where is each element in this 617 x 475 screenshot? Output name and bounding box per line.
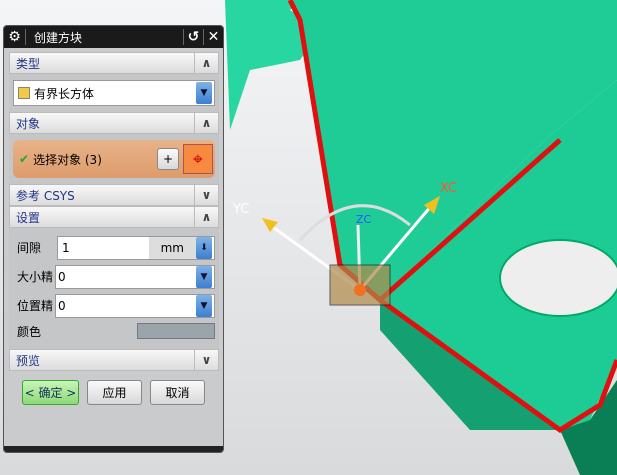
section-label: 设置 (16, 210, 41, 225)
section-label: 参考 CSYS (16, 188, 75, 203)
chevron-down-icon[interactable]: ▼ (196, 82, 212, 104)
section-label: 类型 (16, 56, 41, 71)
cancel-button[interactable]: 取消 (150, 380, 205, 405)
section-csys[interactable]: 参考 CSYS ∨ (9, 184, 219, 206)
chevron-down-icon[interactable]: ▼ (196, 265, 212, 288)
apply-button[interactable]: 应用 (87, 380, 142, 405)
gear-icon[interactable]: ⚙ (4, 29, 26, 45)
dialog-titlebar: ⚙ 创建方块 ↺ ✕ (4, 26, 223, 48)
hole (499, 239, 617, 317)
size-value: 0 (58, 269, 66, 284)
chevron-up-icon[interactable]: ∧ (194, 113, 218, 133)
type-value: 有界长方体 (34, 86, 95, 101)
section-label: 预览 (16, 353, 41, 368)
crosshair-icon[interactable]: ⌖ (183, 144, 213, 174)
chevron-down-icon[interactable]: ∨ (194, 185, 218, 205)
gap-label: 间隙 (17, 241, 42, 255)
check-icon: ✔ (19, 152, 30, 166)
reset-icon[interactable]: ↺ (183, 29, 203, 45)
chevron-down-icon[interactable]: ∨ (194, 350, 218, 370)
section-label: 对象 (16, 116, 41, 131)
xc-label: XC (440, 181, 457, 196)
dialog-title: 创建方块 (34, 30, 83, 45)
size-input[interactable]: 0 ▼ (55, 264, 215, 289)
ok-button[interactable]: < 确定 > (22, 380, 79, 405)
chevron-up-icon[interactable]: ∧ (194, 53, 218, 73)
section-type[interactable]: 类型 ∧ (9, 52, 219, 74)
chevron-down-icon[interactable]: ▼ (196, 294, 212, 317)
select-object[interactable]: ✔ 选择对象 (3) + ⌖ (13, 140, 215, 178)
chevron-up-icon[interactable]: ∧ (194, 207, 218, 227)
block-icon (18, 87, 30, 99)
unit-label: mm (148, 236, 196, 259)
gap-input[interactable]: 1 mm ⬇ (57, 235, 215, 260)
pos-input[interactable]: 0 ▼ (55, 293, 215, 318)
arrow-down-icon[interactable]: ⬇ (196, 236, 212, 259)
create-block-dialog: ⚙ 创建方块 ↺ ✕ 类型 ∧ 有界长方体 ▼ 对象 ∧ ✔ 选择对象 (3) + ⌖ 参考… (3, 25, 224, 453)
add-set-button[interactable]: + (157, 148, 179, 170)
yc-label: YC (232, 202, 249, 217)
close-icon[interactable]: ✕ (203, 29, 223, 45)
pos-label: 位置精 (17, 299, 54, 313)
gap-value: 1 (62, 240, 70, 255)
section-preview[interactable]: 预览 ∨ (9, 349, 219, 371)
section-object[interactable]: 对象 ∧ (9, 112, 219, 134)
section-settings[interactable]: 设置 ∧ (9, 206, 219, 228)
type-select[interactable]: 有界长方体 ▼ (13, 80, 215, 106)
color-swatch[interactable] (137, 323, 215, 339)
size-label: 大小精 (17, 270, 54, 284)
select-object-label: 选择对象 (3) (33, 152, 102, 167)
zc-label: ZC (356, 213, 372, 226)
color-label: 颜色 (17, 324, 42, 339)
pos-value: 0 (58, 298, 66, 313)
